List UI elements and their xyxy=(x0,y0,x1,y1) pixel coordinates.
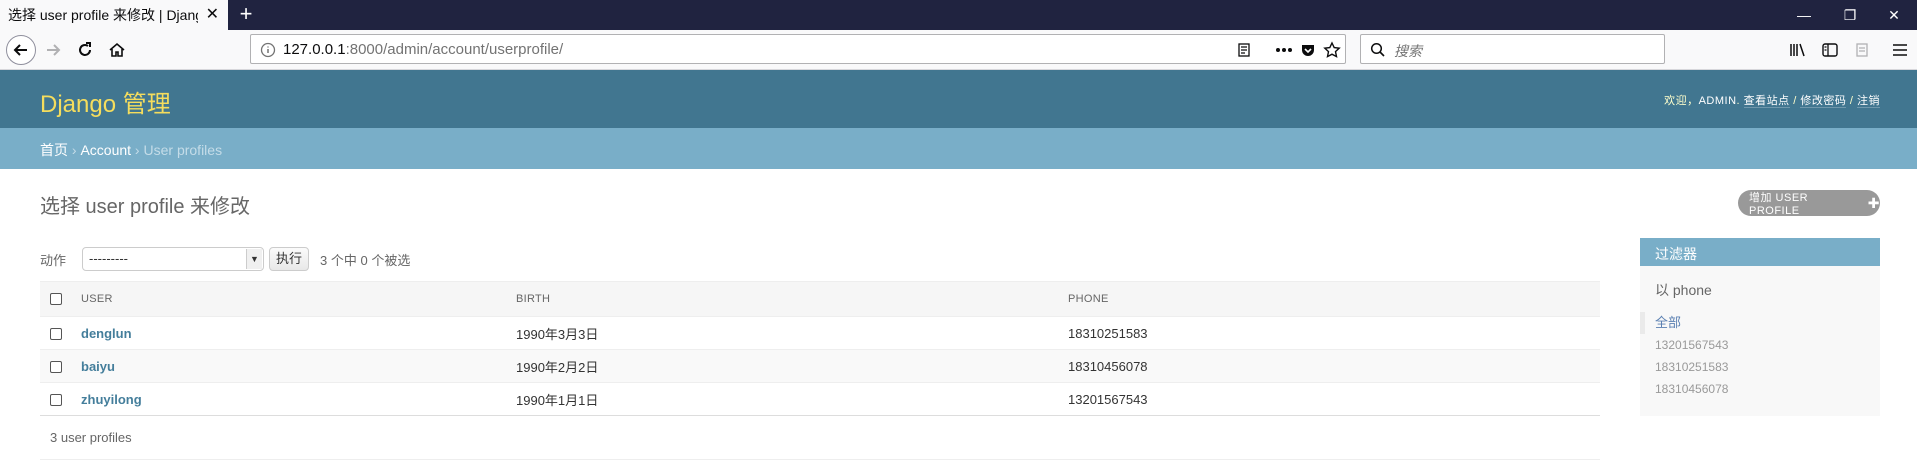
minimize-button[interactable]: — xyxy=(1781,0,1827,30)
tab-close-icon[interactable]: ✕ xyxy=(206,5,219,25)
page-title: 选择 user profile 来修改 xyxy=(40,196,251,218)
results-table: USER BIRTH PHONE denglun 1990年3月3日 18310… xyxy=(40,281,1600,416)
reader-view-icon[interactable] xyxy=(1229,35,1259,65)
row-checkbox[interactable] xyxy=(50,394,62,407)
row-select-cell xyxy=(40,349,81,383)
phone-cell: 18310456078 xyxy=(1068,349,1600,383)
breadcrumb-separator: › xyxy=(68,142,81,158)
row-checkbox[interactable] xyxy=(50,361,62,374)
chevron-down-icon: ▼ xyxy=(246,249,263,269)
table-row: baiyu 1990年2月2日 18310456078 xyxy=(40,349,1600,383)
breadcrumb-current: User profiles xyxy=(143,142,223,158)
breadcrumb-home[interactable]: 首页 xyxy=(40,142,68,158)
change-password-link[interactable]: 修改密码 xyxy=(1800,95,1847,108)
tab-title: 选择 user profile 来修改 | Django xyxy=(8,7,198,23)
user-tools-separator: / xyxy=(1846,95,1857,107)
column-header-user[interactable]: USER xyxy=(81,281,516,317)
plus-icon: ✚ xyxy=(1867,194,1880,211)
phone-cell: 18310251583 xyxy=(1068,316,1600,350)
window-close-button[interactable]: ✕ xyxy=(1871,0,1917,30)
actions-bar: 动作 --------- ▼ 执行 3 个中 0 个被选 xyxy=(40,246,410,272)
user-cell: zhuyilong xyxy=(81,382,516,416)
user-link[interactable]: baiyu xyxy=(81,359,115,374)
site-branding[interactable]: Django 管理 xyxy=(40,84,171,119)
forward-arrow-icon[interactable] xyxy=(38,35,68,65)
user-cell: denglun xyxy=(81,316,516,350)
screenshot-icon[interactable] xyxy=(1847,35,1877,65)
add-button-label: 增加 USER PROFILE xyxy=(1749,192,1809,217)
column-header-birth[interactable]: BIRTH xyxy=(516,281,1068,317)
welcome-text: 欢迎， xyxy=(1664,95,1699,107)
sidebar-icon[interactable] xyxy=(1815,35,1845,65)
action-selected-value: --------- xyxy=(89,251,128,266)
filter-options: 全部 13201567543 18310251583 18310456078 xyxy=(1640,312,1880,400)
filter-option-all[interactable]: 全部 xyxy=(1640,312,1880,334)
table-row: zhuyilong 1990年1月1日 13201567543 xyxy=(40,382,1600,416)
action-label: 动作 xyxy=(40,252,67,268)
birth-cell: 1990年3月3日 xyxy=(516,316,1068,350)
url-path: :8000/admin/account/userprofile/ xyxy=(345,41,564,58)
user-tools: 欢迎，ADMIN. 查看站点 / 修改密码 / 注销 xyxy=(1664,95,1880,108)
birth-cell: 1990年2月2日 xyxy=(516,349,1068,383)
user-tools-separator: / xyxy=(1789,95,1801,107)
filter-panel: 过滤器 以 phone 全部 13201567543 18310251583 1… xyxy=(1640,238,1880,416)
filter-title: 过滤器 xyxy=(1640,238,1880,266)
url-host: 127.0.0.1 xyxy=(283,41,346,58)
admin-header: Django 管理 欢迎，ADMIN. 查看站点 / 修改密码 / 注销 xyxy=(0,70,1917,128)
select-all-cell xyxy=(40,281,81,317)
action-select[interactable]: --------- ▼ xyxy=(82,247,265,271)
table-header-row: USER BIRTH PHONE xyxy=(40,281,1600,317)
filter-option[interactable]: 13201567543 xyxy=(1640,334,1880,356)
row-checkbox[interactable] xyxy=(50,328,62,341)
row-select-cell xyxy=(40,382,81,416)
selection-counter: 3 个中 0 个被选 xyxy=(320,252,411,268)
browser-tab-bar: 选择 user profile 来修改 | Django ✕ + — ❐ ✕ xyxy=(0,0,1917,30)
filter-option[interactable]: 18310251583 xyxy=(1640,356,1880,378)
home-icon[interactable] xyxy=(102,35,132,65)
reload-icon[interactable] xyxy=(70,35,100,65)
select-all-checkbox[interactable] xyxy=(50,293,62,306)
phone-cell: 13201567543 xyxy=(1068,382,1600,416)
browser-tab[interactable]: 选择 user profile 来修改 | Django ✕ xyxy=(0,0,228,30)
filter-option[interactable]: 18310456078 xyxy=(1640,378,1880,400)
logout-link[interactable]: 注销 xyxy=(1857,95,1880,108)
row-select-cell xyxy=(40,316,81,350)
library-icon[interactable] xyxy=(1783,35,1813,65)
restore-button[interactable]: ❐ xyxy=(1827,0,1873,30)
birth-cell: 1990年1月1日 xyxy=(516,382,1068,416)
breadcrumb-separator: › xyxy=(131,142,144,158)
add-user-profile-button[interactable]: 增加 USER PROFILE ✚ xyxy=(1738,190,1880,217)
run-action-button[interactable]: 执行 xyxy=(269,247,310,271)
search-bar[interactable]: 搜索 xyxy=(1360,34,1665,64)
user-cell: baiyu xyxy=(81,349,516,383)
view-site-link[interactable]: 查看站点 xyxy=(1743,95,1790,108)
column-header-phone[interactable]: PHONE xyxy=(1068,281,1600,317)
url-bar[interactable]: 127.0.0.1:8000/admin/account/userprofile… xyxy=(250,34,1346,64)
back-arrow-icon[interactable] xyxy=(6,35,36,65)
filter-by-label: 以 phone xyxy=(1655,282,1712,298)
search-icon xyxy=(1363,35,1393,65)
user-link[interactable]: denglun xyxy=(81,326,132,341)
username: ADMIN xyxy=(1698,95,1737,107)
search-placeholder: 搜索 xyxy=(1394,43,1422,59)
user-link[interactable]: zhuyilong xyxy=(81,392,142,407)
breadcrumb: 首页 › Account › User profiles xyxy=(0,128,1917,169)
url-text: 127.0.0.1:8000/admin/account/userprofile… xyxy=(283,41,563,58)
table-row: denglun 1990年3月3日 18310251583 xyxy=(40,316,1600,350)
site-info-icon[interactable] xyxy=(253,35,283,65)
menu-icon[interactable] xyxy=(1885,35,1915,65)
browser-navigation-bar: 127.0.0.1:8000/admin/account/userprofile… xyxy=(0,30,1917,70)
new-tab-button[interactable]: + xyxy=(232,1,260,29)
paginator: 3 user profiles xyxy=(40,415,1600,460)
breadcrumb-app[interactable]: Account xyxy=(80,142,131,158)
bookmark-star-icon[interactable] xyxy=(1317,35,1347,65)
